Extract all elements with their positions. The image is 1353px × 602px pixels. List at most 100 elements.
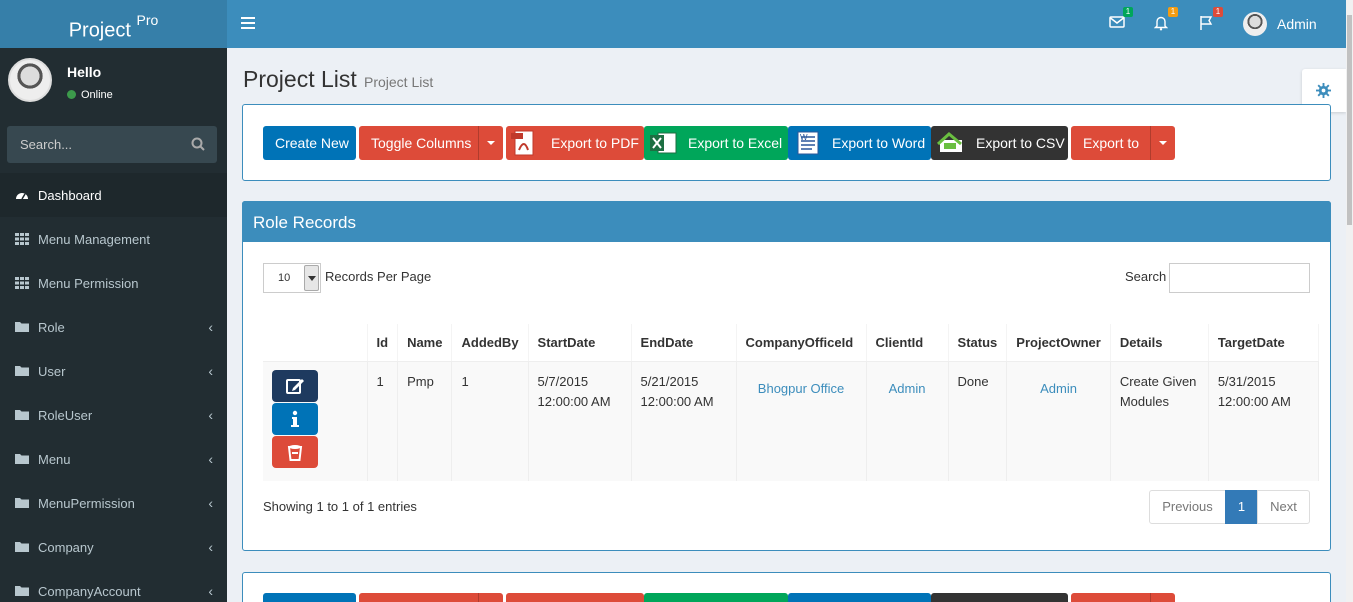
svg-text:W: W (800, 133, 808, 142)
brand-logo[interactable]: Project Pro (0, 0, 227, 48)
column-header-name[interactable]: Name (397, 324, 453, 362)
entries-info: Showing 1 to 1 of 1 entries (263, 499, 417, 514)
table-search-input[interactable] (1169, 263, 1310, 293)
column-header-enddate[interactable]: EndDate (631, 324, 737, 362)
column-header-companyofficeid[interactable]: CompanyOfficeId (736, 324, 867, 362)
project-owner-link[interactable]: Admin (1006, 361, 1111, 481)
company-office-link[interactable]: Bhogpur Office (736, 361, 867, 481)
menu-toggle-icon[interactable] (241, 17, 255, 29)
sidebar-item-role[interactable]: Role ‹ (0, 305, 227, 349)
admin-avatar[interactable] (1243, 12, 1267, 36)
flag-icon (1200, 16, 1213, 30)
folder-icon (15, 586, 29, 596)
bell-icon (1153, 16, 1169, 31)
tasks-button[interactable]: 1 (1199, 7, 1223, 33)
cell-addedby: 1 (451, 361, 529, 481)
sidebar-item-menu-permission[interactable]: Menu Permission (0, 261, 227, 305)
dashboard-icon (16, 193, 28, 200)
bottom-export-to-button[interactable] (1071, 593, 1175, 602)
column-header-actions (263, 324, 368, 362)
excel-file-icon (650, 132, 677, 154)
chevron-left-icon: ‹ (208, 319, 213, 335)
user-menu-name[interactable]: Admin (1277, 16, 1317, 32)
pdf-file-icon (511, 130, 534, 156)
column-header-id[interactable]: Id (367, 324, 399, 362)
word-file-icon: W (797, 131, 819, 155)
bottom-export-excel-button[interactable] (644, 593, 788, 602)
edit-button[interactable] (272, 369, 318, 402)
next-page-button[interactable]: Next (1257, 490, 1310, 524)
page-title: Project List (243, 66, 357, 92)
sidebar-item-menu-management[interactable]: Menu Management (0, 217, 227, 261)
messages-badge: 1 (1123, 7, 1133, 17)
chevron-left-icon: ‹ (208, 407, 213, 423)
info-button[interactable] (272, 402, 318, 435)
folder-icon (15, 542, 29, 552)
chevron-left-icon: ‹ (208, 495, 213, 511)
cell-name: Pmp (397, 361, 453, 481)
delete-button[interactable] (272, 435, 318, 468)
brand-name: Project (68, 19, 131, 42)
sidebar-item-dashboard[interactable]: Dashboard (0, 173, 227, 217)
previous-page-button[interactable]: Previous (1149, 490, 1226, 524)
folder-icon (15, 410, 29, 420)
client-link[interactable]: Admin (866, 361, 949, 481)
table-row: 1 Pmp 1 5/7/2015 12:00:00 AM 5/21/2015 1… (263, 361, 1319, 481)
bottom-export-word-button[interactable] (788, 593, 931, 602)
column-header-details[interactable]: Details (1110, 324, 1209, 362)
bottom-export-pdf-button[interactable] (506, 593, 644, 602)
records-table: Id Name AddedBy StartDate EndDate Compan… (263, 324, 1319, 481)
row-actions (263, 361, 368, 481)
bottom-export-csv-button[interactable] (931, 593, 1068, 602)
column-header-projectowner[interactable]: ProjectOwner (1006, 324, 1111, 362)
column-header-addedby[interactable]: AddedBy (451, 324, 529, 362)
export-word-button[interactable]: W Export to Word (788, 126, 931, 160)
export-to-button[interactable]: Export to (1071, 126, 1175, 160)
page-size-label: Records Per Page (325, 269, 432, 284)
folder-icon (15, 498, 29, 508)
page-scrollbar[interactable] (1346, 0, 1353, 602)
create-new-button[interactable]: Create New (263, 126, 356, 160)
sidebar-item-user[interactable]: User ‹ (0, 349, 227, 393)
sidebar-item-companyaccount[interactable]: CompanyAccount ‹ (0, 569, 227, 602)
column-header-status[interactable]: Status (948, 324, 1008, 362)
export-excel-button[interactable]: Export to Excel (644, 126, 788, 160)
column-header-targetdate[interactable]: TargetDate (1208, 324, 1319, 362)
chevron-down-icon (304, 265, 319, 291)
cell-startdate: 5/7/2015 12:00:00 AM (528, 361, 632, 481)
user-greeting: Hello (67, 64, 102, 80)
table-search-label: Search (1125, 269, 1167, 284)
sidebar-item-menupermission[interactable]: MenuPermission ‹ (0, 481, 227, 525)
sidebar-item-company[interactable]: Company ‹ (0, 525, 227, 569)
export-csv-button[interactable]: Export to CSV (931, 126, 1068, 160)
user-panel: Hello Online (0, 48, 227, 116)
sidebar-item-menu[interactable]: Menu ‹ (0, 437, 227, 481)
chevron-left-icon: ‹ (208, 451, 213, 467)
bottom-create-new-button[interactable] (263, 593, 356, 602)
bottom-toggle-columns-button[interactable] (359, 593, 503, 602)
page-subtitle: Project List (364, 74, 434, 90)
search-icon[interactable] (191, 137, 205, 151)
edit-icon (286, 378, 304, 394)
top-navbar: 1 1 1 Admin (227, 0, 1353, 48)
folder-icon (15, 322, 29, 332)
notifications-button[interactable]: 1 (1153, 7, 1178, 33)
page-1-button[interactable]: 1 (1225, 490, 1258, 524)
column-header-clientid[interactable]: ClientId (866, 324, 949, 362)
chevron-left-icon: ‹ (208, 539, 213, 555)
page-size-select[interactable]: 10 (263, 263, 321, 293)
column-header-startdate[interactable]: StartDate (528, 324, 632, 362)
toggle-columns-button[interactable]: Toggle Columns (359, 126, 503, 160)
export-to-caret-icon[interactable] (1150, 126, 1175, 160)
messages-button[interactable]: 1 (1109, 7, 1133, 33)
brand-suffix: Pro (136, 12, 159, 28)
online-dot-icon (67, 90, 76, 99)
export-pdf-button[interactable]: Export to PDF (506, 126, 644, 160)
toggle-columns-caret-icon[interactable] (478, 126, 503, 160)
records-panel-header: Role Records (242, 201, 1331, 242)
sidebar-item-roleuser[interactable]: RoleUser ‹ (0, 393, 227, 437)
cell-enddate: 5/21/2015 12:00:00 AM (631, 361, 737, 481)
sidebar-menu: Dashboard Menu Management Menu Permissio… (0, 173, 227, 602)
sidebar-search-input[interactable]: Search... (7, 126, 217, 163)
info-icon (291, 410, 299, 427)
